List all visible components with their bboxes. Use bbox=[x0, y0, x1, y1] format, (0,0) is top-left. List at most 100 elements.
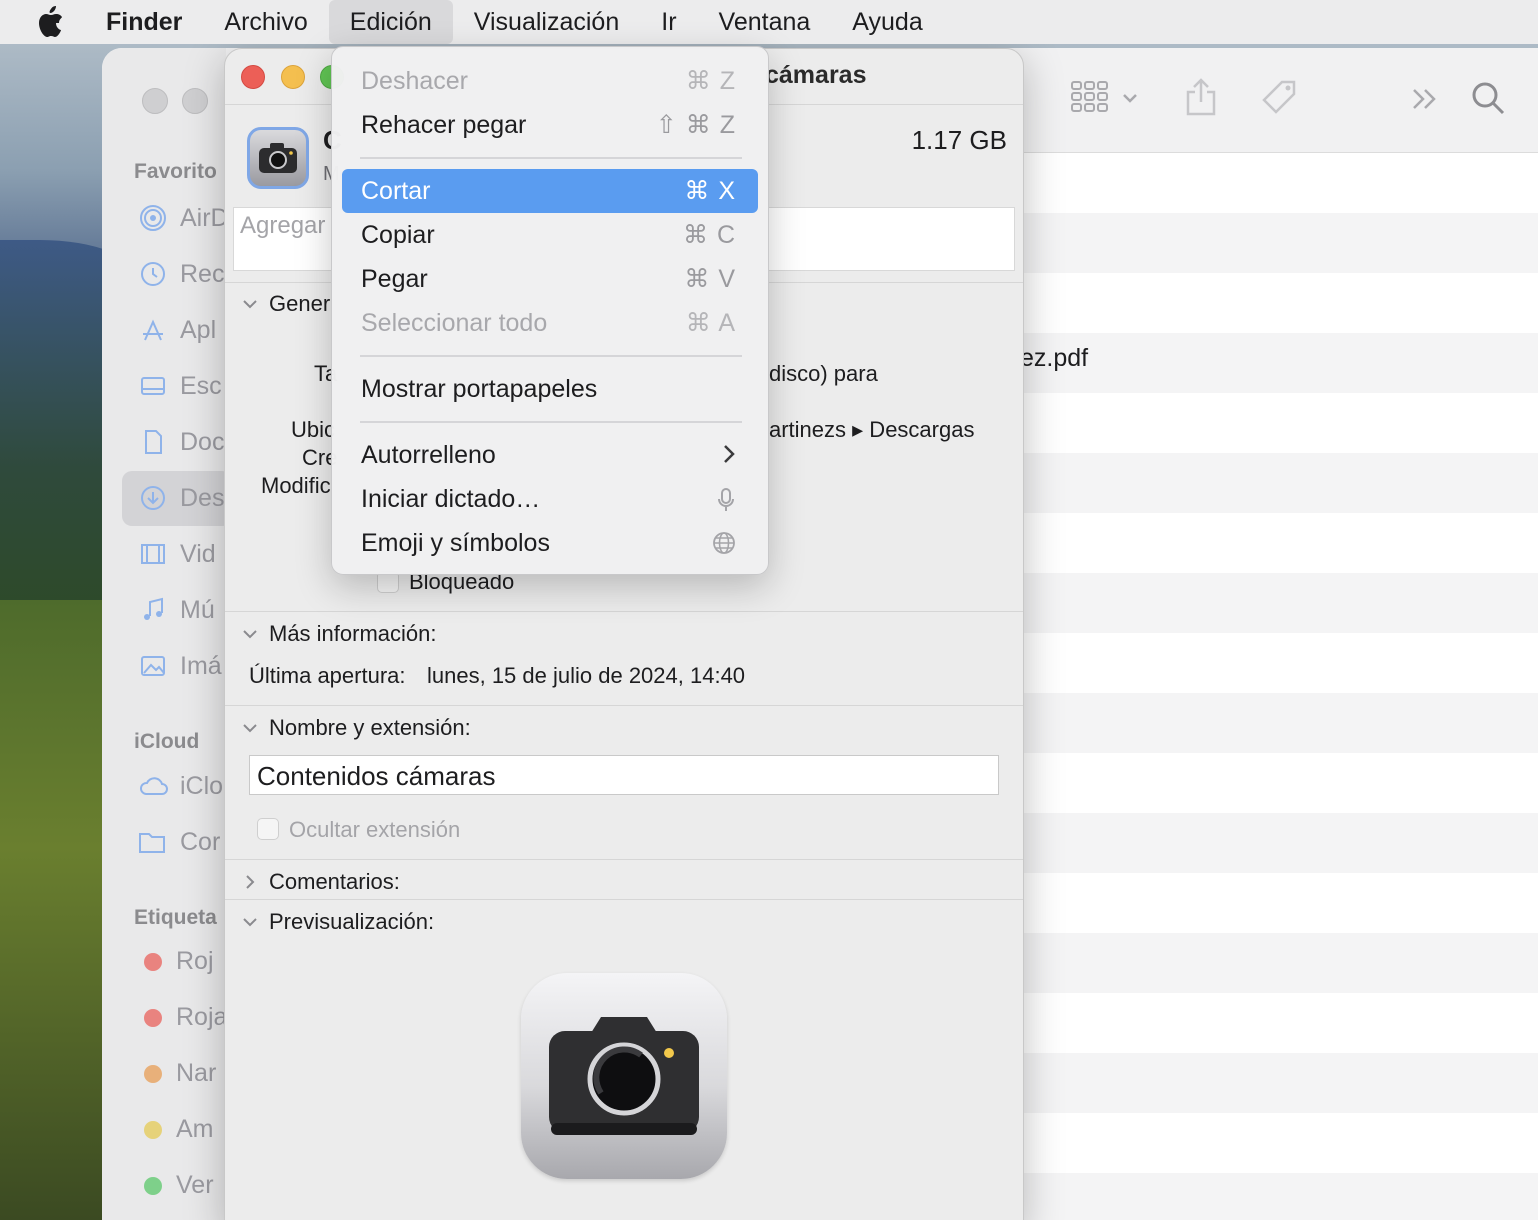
menu-ventana[interactable]: Ventana bbox=[698, 0, 832, 44]
sidebar-item-label: Am bbox=[176, 1115, 214, 1143]
section-more-info[interactable]: Más información: bbox=[241, 621, 437, 647]
hide-extension-checkbox[interactable] bbox=[257, 818, 279, 840]
menu-item-seleccionar-todo[interactable]: Seleccionar todo ⌘ A bbox=[342, 301, 758, 345]
location-value: artinezs ▸ Descargas bbox=[769, 417, 975, 442]
menu-separator bbox=[360, 355, 742, 357]
section-name-extension[interactable]: Nombre y extensión: bbox=[241, 715, 471, 741]
desktop-icon bbox=[138, 371, 168, 401]
share-icon[interactable] bbox=[1184, 78, 1218, 123]
list-row[interactable] bbox=[1022, 633, 1538, 693]
music-note-icon bbox=[138, 595, 168, 625]
menu-item-autorrelleno[interactable]: Autorrelleno bbox=[342, 433, 758, 477]
menu-ir[interactable]: Ir bbox=[640, 0, 697, 44]
section-name-extension-label: Nombre y extensión: bbox=[269, 715, 471, 740]
menu-item-copiar[interactable]: Copiar ⌘ C bbox=[342, 213, 758, 257]
list-row[interactable] bbox=[1022, 813, 1538, 873]
menu-item-emoji-simbolos[interactable]: Emoji y símbolos bbox=[342, 521, 758, 565]
section-preview[interactable]: Previsualización: bbox=[241, 909, 434, 935]
menu-finder[interactable]: Finder bbox=[96, 0, 203, 44]
view-grid-icon[interactable] bbox=[1070, 78, 1142, 123]
menu-item-mostrar-portapapeles[interactable]: Mostrar portapapeles bbox=[342, 367, 758, 411]
close-button-inactive[interactable] bbox=[142, 88, 168, 114]
sidebar-item-label: Esc bbox=[180, 371, 222, 400]
list-row[interactable] bbox=[1022, 333, 1538, 393]
menu-item-shortcut: ⌘ A bbox=[685, 309, 736, 337]
item-size: 1.17 GB bbox=[911, 125, 1007, 155]
menu-edicion[interactable]: Edición bbox=[328, 0, 453, 44]
chevron-down-icon bbox=[241, 913, 259, 931]
sidebar-item-documentos[interactable]: Doc bbox=[138, 427, 224, 457]
chevron-down-icon bbox=[241, 295, 259, 313]
section-general-label: Gener bbox=[269, 291, 331, 316]
list-row[interactable] bbox=[1022, 393, 1538, 453]
list-row[interactable] bbox=[1022, 573, 1538, 633]
section-comments-label: Comentarios: bbox=[269, 869, 400, 894]
menu-ayuda[interactable]: Ayuda bbox=[831, 0, 943, 44]
tags-placeholder: Agregar bbox=[240, 212, 326, 239]
chevron-right-icon bbox=[722, 443, 736, 470]
sidebar-tag-verde[interactable]: Ver bbox=[138, 1171, 214, 1200]
menu-item-label: Iniciar dictado… bbox=[361, 484, 541, 513]
sidebar-item-compartido[interactable]: Cor bbox=[138, 827, 220, 857]
sidebar-item-recientes[interactable]: Rec bbox=[138, 259, 224, 289]
menu-visualizacion[interactable]: Visualización bbox=[453, 0, 640, 44]
sidebar-tag-naranja[interactable]: Nar bbox=[138, 1059, 216, 1088]
close-button[interactable] bbox=[241, 65, 265, 89]
tag-icon[interactable] bbox=[1260, 78, 1300, 123]
sidebar-item-videos[interactable]: Vid bbox=[138, 539, 216, 569]
sidebar-header-icloud: iCloud bbox=[134, 730, 200, 753]
sidebar-tag-amarillo[interactable]: Am bbox=[138, 1115, 214, 1144]
sidebar-item-icloud-drive[interactable]: iClo bbox=[138, 771, 223, 801]
menu-item-pegar[interactable]: Pegar ⌘ V bbox=[342, 257, 758, 301]
sidebar-item-imagenes[interactable]: Imá bbox=[138, 651, 222, 681]
list-row[interactable] bbox=[1022, 213, 1538, 273]
list-row[interactable] bbox=[1022, 1173, 1538, 1220]
apple-menu-icon[interactable] bbox=[28, 0, 72, 44]
sidebar-item-label: iClo bbox=[180, 771, 224, 800]
sidebar-item-descargas[interactable]: Des bbox=[138, 483, 224, 513]
list-row[interactable] bbox=[1022, 513, 1538, 573]
airdrop-icon bbox=[138, 203, 168, 233]
section-divider bbox=[225, 611, 1023, 612]
menu-item-cortar[interactable]: Cortar ⌘ X bbox=[342, 169, 758, 213]
name-input[interactable]: Contenidos cámaras bbox=[249, 755, 999, 795]
shared-folder-icon bbox=[138, 827, 168, 857]
tag-dot-icon bbox=[144, 1176, 162, 1195]
minimize-button-inactive[interactable] bbox=[182, 88, 208, 114]
list-row[interactable] bbox=[1022, 273, 1538, 333]
sidebar-item-label: Roj bbox=[176, 947, 214, 975]
search-icon[interactable] bbox=[1470, 78, 1506, 123]
applications-icon bbox=[138, 315, 168, 345]
sidebar-item-musica[interactable]: Mú bbox=[138, 595, 215, 625]
kind-value-fragment: disco) para bbox=[769, 361, 878, 386]
sidebar-tag-rojo[interactable]: Roj bbox=[138, 947, 214, 976]
list-row[interactable] bbox=[1022, 933, 1538, 993]
sidebar-item-airdrop[interactable]: AirD bbox=[138, 203, 229, 233]
menu-item-deshacer[interactable]: Deshacer ⌘ Z bbox=[342, 59, 758, 103]
section-preview-label: Previsualización: bbox=[269, 909, 435, 934]
list-row[interactable] bbox=[1022, 153, 1538, 213]
list-row[interactable] bbox=[1022, 1113, 1538, 1173]
menu-item-rehacer-pegar[interactable]: Rehacer pegar ⇧ ⌘ Z bbox=[342, 103, 758, 147]
minimize-button[interactable] bbox=[281, 65, 305, 89]
sidebar-item-label: Doc bbox=[180, 427, 225, 456]
sidebar-item-escritorio[interactable]: Esc bbox=[138, 371, 222, 401]
more-chevrons-icon[interactable] bbox=[1410, 78, 1440, 123]
sidebar-item-label: Imá bbox=[180, 651, 222, 680]
menu-separator bbox=[360, 421, 742, 423]
sidebar-tag-roja[interactable]: Roja bbox=[138, 1003, 227, 1032]
list-row[interactable] bbox=[1022, 753, 1538, 813]
sidebar-item-aplicaciones[interactable]: Apl bbox=[138, 315, 216, 345]
section-general[interactable]: Gener bbox=[241, 291, 330, 317]
sidebar-item-label: Des bbox=[180, 483, 225, 512]
section-comments[interactable]: Comentarios: bbox=[241, 869, 400, 895]
list-row[interactable] bbox=[1022, 873, 1538, 933]
list-row[interactable] bbox=[1022, 993, 1538, 1053]
list-row[interactable] bbox=[1022, 453, 1538, 513]
file-name-pdf[interactable]: ez.pdf bbox=[1020, 344, 1088, 373]
list-row[interactable] bbox=[1022, 1053, 1538, 1113]
list-row[interactable] bbox=[1022, 693, 1538, 753]
menu-item-iniciar-dictado[interactable]: Iniciar dictado… bbox=[342, 477, 758, 521]
menu-archivo[interactable]: Archivo bbox=[203, 0, 328, 44]
document-icon bbox=[138, 427, 168, 457]
